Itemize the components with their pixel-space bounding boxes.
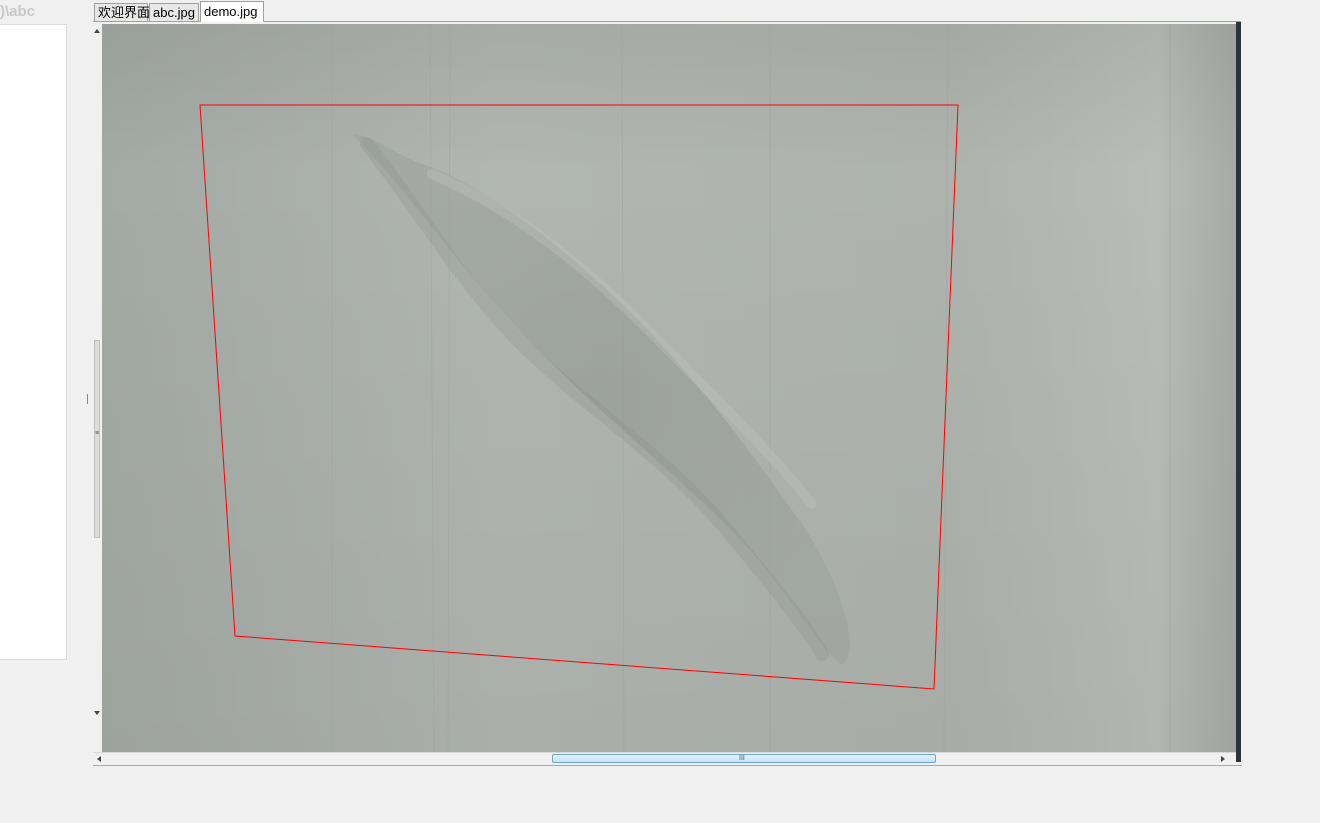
scroll-right-icon[interactable]: [1221, 756, 1225, 762]
image-canvas[interactable]: [102, 24, 1236, 752]
tab-abc-jpg[interactable]: abc.jpg: [149, 3, 199, 21]
vertical-scrollbar[interactable]: ≡: [93, 22, 102, 752]
file-browser-panel: )\abc: [0, 0, 87, 766]
horizontal-grip-icon: III: [739, 755, 745, 762]
horizontal-scrollbar[interactable]: III: [93, 752, 1236, 765]
tab-welcome[interactable]: 欢迎界面: [94, 3, 150, 21]
horizontal-scroll-thumb[interactable]: III: [552, 754, 936, 763]
scroll-left-icon[interactable]: [97, 756, 101, 762]
tab-demo-jpg[interactable]: demo.jpg: [200, 1, 264, 22]
splitter-grip-icon[interactable]: [87, 394, 92, 404]
vertical-grip-icon: ≡: [95, 430, 100, 437]
scroll-down-icon[interactable]: [94, 711, 100, 715]
demo-image[interactable]: [102, 24, 1236, 752]
folder-path-label: )\abc: [0, 3, 36, 20]
scroll-up-icon[interactable]: [94, 29, 100, 33]
file-tree[interactable]: [0, 24, 67, 660]
panel-splitter[interactable]: [86, 0, 93, 766]
vertical-scroll-thumb[interactable]: ≡: [94, 340, 100, 538]
viewer-border: [1236, 22, 1241, 762]
tab-strip: [93, 0, 1320, 22]
